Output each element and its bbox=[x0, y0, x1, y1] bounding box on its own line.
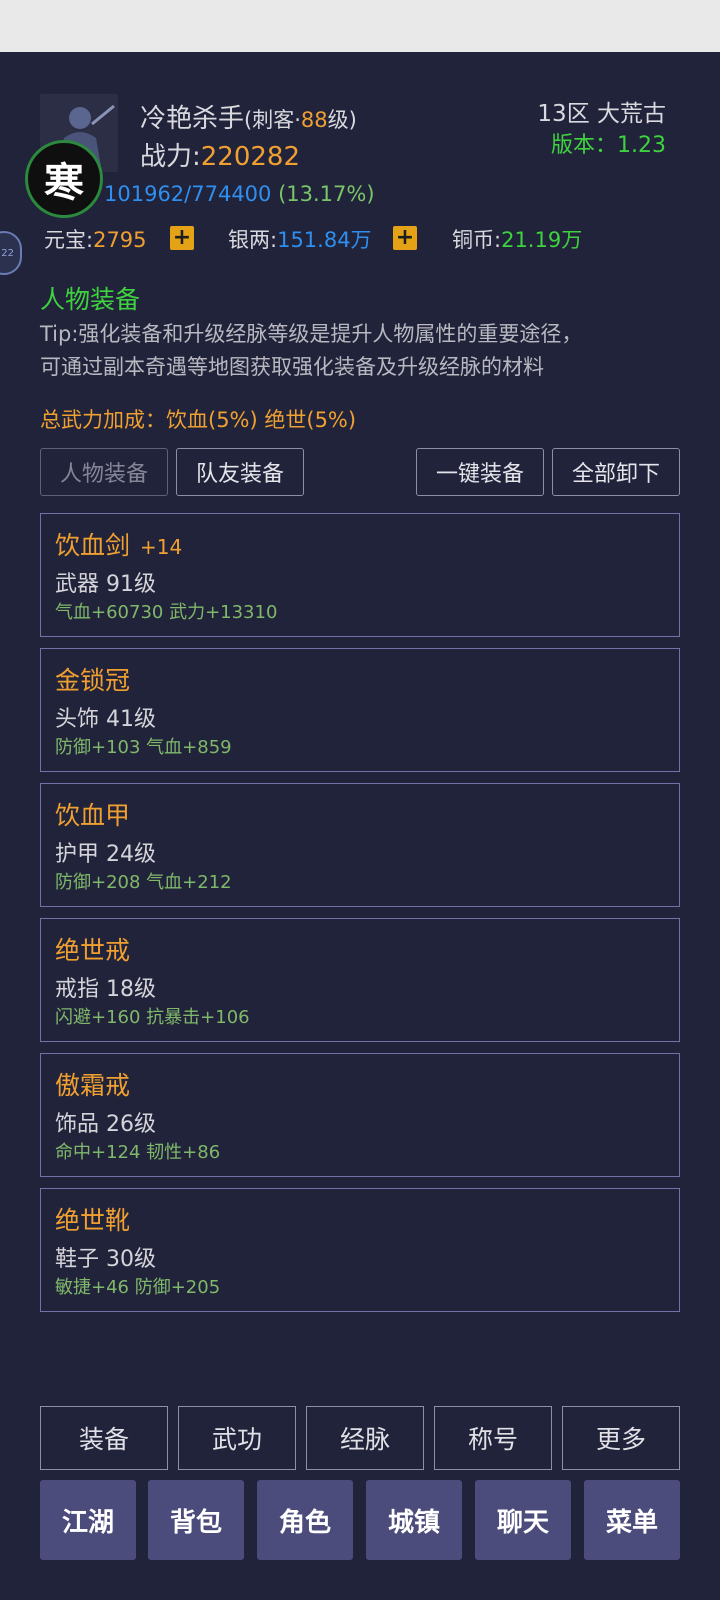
main-nav-jianghu-button[interactable]: 江湖 bbox=[40, 1480, 136, 1560]
equipment-card[interactable]: 傲霜戒 饰品 26级 命中+124 韧性+86 bbox=[40, 1053, 680, 1177]
power-label: 战力: bbox=[140, 142, 201, 172]
equipment-name: 傲霜戒 bbox=[55, 1071, 131, 1100]
equipment-card[interactable]: 绝世靴 鞋子 30级 敏捷+46 防御+205 bbox=[40, 1188, 680, 1312]
add-yinliang-plus-icon[interactable]: + bbox=[393, 226, 417, 250]
yinliang-currency: 银两:151.84万 bbox=[228, 224, 372, 254]
equipment-enhance-level: +14 bbox=[140, 535, 183, 559]
equipment-card[interactable]: 饮血剑 +14 武器 91级 气血+60730 武力+13310 bbox=[40, 513, 680, 637]
equipment-card[interactable]: 绝世戒 戒指 18级 闪避+160 抗暴击+106 bbox=[40, 918, 680, 1042]
equipment-stats: 防御+103 气血+859 bbox=[55, 737, 232, 758]
combat-power: 战力:220282 bbox=[140, 136, 300, 173]
character-class: (刺客· bbox=[244, 108, 301, 132]
equipment-type-level: 武器 91级 bbox=[55, 572, 156, 597]
equipment-name: 绝世靴 bbox=[55, 1206, 131, 1235]
equipment-type-level: 护甲 24级 bbox=[55, 842, 156, 867]
badge-text: 寒 bbox=[44, 159, 84, 206]
equipment-card[interactable]: 金锁冠 头饰 41级 防御+103 气血+859 bbox=[40, 648, 680, 772]
server-seal-badge: 寒 bbox=[25, 140, 103, 218]
equipment-stats: 闪避+160 抗暴击+106 bbox=[55, 1007, 250, 1028]
main-nav-town-button[interactable]: 城镇 bbox=[366, 1480, 462, 1560]
tab-self-equipment[interactable]: 人物装备 bbox=[40, 448, 168, 496]
experience-percent: (13.17%) bbox=[278, 182, 375, 206]
unequip-all-button[interactable]: 全部卸下 bbox=[552, 448, 680, 496]
yinliang-value: 151.84万 bbox=[277, 228, 372, 252]
character-name: 冷艳杀手 bbox=[140, 104, 245, 134]
main-nav-character-button[interactable]: 角色 bbox=[257, 1480, 353, 1560]
yuanbao-label: 元宝: bbox=[44, 228, 94, 252]
equipment-name: 饮血甲 bbox=[55, 801, 131, 830]
character-level: 88 bbox=[300, 108, 328, 132]
character-level-suffix: 级) bbox=[327, 108, 357, 132]
subnav-martial-arts-button[interactable]: 武功 bbox=[178, 1406, 296, 1470]
main-nav-chat-button[interactable]: 聊天 bbox=[475, 1480, 571, 1560]
equipment-name: 绝世戒 bbox=[55, 936, 131, 965]
add-yuanbao-plus-icon[interactable]: + bbox=[170, 226, 194, 250]
total-power-bonus: 总武力加成：饮血(5%) 绝世(5%) bbox=[40, 408, 357, 432]
equipment-name: 金锁冠 bbox=[55, 666, 131, 695]
yinliang-label: 银两: bbox=[228, 228, 278, 252]
tongbi-currency: 铜币:21.19万 bbox=[452, 224, 582, 254]
tip-line-2: 可通过副本奇遇等地图获取强化装备及升级经脉的材料 bbox=[40, 355, 544, 379]
equipment-name-line: 饮血剑 +14 bbox=[55, 526, 182, 562]
tongbi-value: 21.19万 bbox=[501, 228, 583, 252]
subnav-more-button[interactable]: 更多 bbox=[562, 1406, 680, 1470]
tab-teammate-equipment[interactable]: 队友装备 bbox=[176, 448, 304, 496]
experience-progress: 101962/774400 (13.17%) bbox=[104, 182, 375, 206]
side-tab-label: 22 bbox=[1, 247, 14, 259]
subnav-meridian-button[interactable]: 经脉 bbox=[306, 1406, 424, 1470]
equipment-type-level: 饰品 26级 bbox=[55, 1112, 156, 1137]
power-value: 220282 bbox=[200, 142, 301, 172]
server-zone: 13区 大荒古 bbox=[537, 101, 666, 127]
system-status-bar bbox=[0, 0, 720, 52]
yuanbao-currency: 元宝:2795 bbox=[44, 224, 147, 254]
equipment-stats: 命中+124 韧性+86 bbox=[55, 1142, 221, 1163]
section-title: 人物装备 bbox=[40, 285, 141, 314]
tongbi-label: 铜币: bbox=[452, 228, 502, 252]
tip-text: Tip:强化装备和升级经脉等级是提升人物属性的重要途径， 可通过副本奇遇等地图获… bbox=[40, 318, 680, 384]
main-nav-backpack-button[interactable]: 背包 bbox=[148, 1480, 244, 1560]
equipment-name: 饮血剑 bbox=[55, 531, 131, 560]
experience-value: 101962/774400 bbox=[104, 182, 272, 206]
yuanbao-value: 2795 bbox=[93, 228, 147, 252]
equipment-stats: 敏捷+46 防御+205 bbox=[55, 1277, 221, 1298]
main-nav-menu-button[interactable]: 菜单 bbox=[584, 1480, 680, 1560]
equipment-type-level: 头饰 41级 bbox=[55, 707, 156, 732]
side-drawer-tab[interactable]: 22 bbox=[0, 231, 22, 275]
equip-all-button[interactable]: 一键装备 bbox=[416, 448, 544, 496]
subnav-title-button[interactable]: 称号 bbox=[434, 1406, 552, 1470]
equipment-type-level: 鞋子 30级 bbox=[55, 1247, 156, 1272]
equipment-card[interactable]: 饮血甲 护甲 24级 防御+208 气血+212 bbox=[40, 783, 680, 907]
version-label: 版本：1.23 bbox=[551, 133, 666, 158]
equipment-stats: 气血+60730 武力+13310 bbox=[55, 602, 278, 623]
equipment-stats: 防御+208 气血+212 bbox=[55, 872, 232, 893]
subnav-equipment-button[interactable]: 装备 bbox=[40, 1406, 168, 1470]
character-name-line: 冷艳杀手(刺客·88级) bbox=[140, 98, 357, 135]
equipment-type-level: 戒指 18级 bbox=[55, 977, 156, 1002]
tip-line-1: Tip:强化装备和升级经脉等级是提升人物属性的重要途径， bbox=[40, 322, 583, 346]
